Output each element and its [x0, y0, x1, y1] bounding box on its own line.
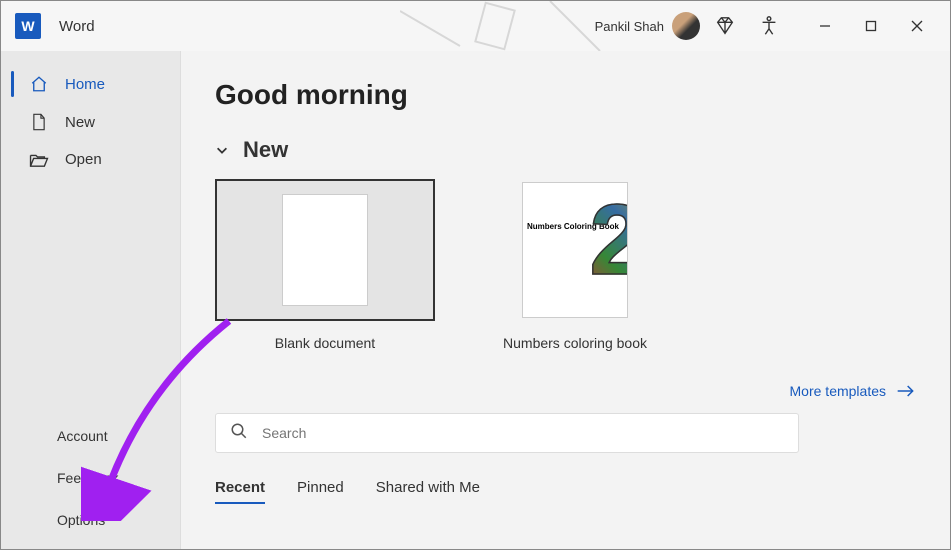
section-title: New	[243, 137, 288, 163]
sidebar-item-open[interactable]: Open	[1, 141, 180, 178]
template-thumbnail: Numbers Coloring Book 2	[465, 179, 685, 321]
template-label: Blank document	[275, 335, 375, 351]
templates-row: Blank document Numbers Coloring Book 2 N…	[215, 179, 916, 359]
sidebar-item-home[interactable]: Home	[1, 65, 180, 103]
sidebar-item-label: Options	[57, 512, 105, 528]
greeting-heading: Good morning	[215, 79, 916, 111]
template-numbers-coloring[interactable]: Numbers Coloring Book 2 Numbers coloring…	[465, 179, 685, 359]
maximize-button[interactable]	[848, 10, 894, 42]
template-blank-document[interactable]: Blank document	[215, 179, 435, 359]
template-thumbnail	[215, 179, 435, 321]
word-app-icon: W	[15, 13, 41, 39]
main-layout: Home New Open Account Feedback Options G…	[1, 51, 950, 549]
titlebar: W Word Pankil Shah	[1, 1, 950, 51]
search-box[interactable]	[215, 413, 799, 453]
tab-recent[interactable]: Recent	[215, 479, 265, 504]
home-icon	[29, 75, 49, 93]
tab-shared[interactable]: Shared with Me	[376, 479, 480, 504]
thumb-graphic: 2	[589, 183, 628, 298]
chevron-down-icon[interactable]	[215, 143, 229, 157]
more-templates-link[interactable]: More templates	[790, 383, 916, 399]
more-templates-label: More templates	[790, 383, 886, 399]
sidebar-item-account[interactable]: Account	[1, 415, 180, 457]
main-content: Good morning New Blank document Numbers …	[181, 51, 950, 549]
premium-diamond-icon[interactable]	[714, 15, 736, 37]
sidebar-item-label: Account	[57, 428, 108, 444]
close-button[interactable]	[894, 10, 940, 42]
doodle-background	[400, 1, 700, 51]
folder-open-icon	[29, 152, 49, 168]
document-tabs: Recent Pinned Shared with Me	[215, 479, 916, 504]
sidebar-item-label: Feedback	[57, 470, 118, 486]
new-doc-icon	[29, 113, 49, 131]
sidebar-item-options[interactable]: Options	[1, 499, 180, 541]
arrow-right-icon	[896, 384, 916, 398]
template-label: Numbers coloring book	[503, 335, 647, 351]
search-input[interactable]	[262, 425, 784, 441]
minimize-button[interactable]	[802, 10, 848, 42]
accessibility-icon[interactable]	[758, 15, 780, 37]
app-name: Word	[59, 18, 95, 35]
more-templates-row: More templates	[215, 383, 916, 399]
sidebar-item-feedback[interactable]: Feedback	[1, 457, 180, 499]
sidebar-item-label: Open	[65, 151, 102, 168]
new-section-heading: New	[215, 137, 916, 163]
sidebar-item-new[interactable]: New	[1, 103, 180, 141]
sidebar-bottom: Account Feedback Options	[1, 415, 180, 549]
sidebar-item-label: Home	[65, 76, 105, 93]
search-icon	[230, 422, 248, 445]
sidebar: Home New Open Account Feedback Options	[1, 51, 181, 549]
tab-pinned[interactable]: Pinned	[297, 479, 344, 504]
sidebar-item-label: New	[65, 114, 95, 131]
